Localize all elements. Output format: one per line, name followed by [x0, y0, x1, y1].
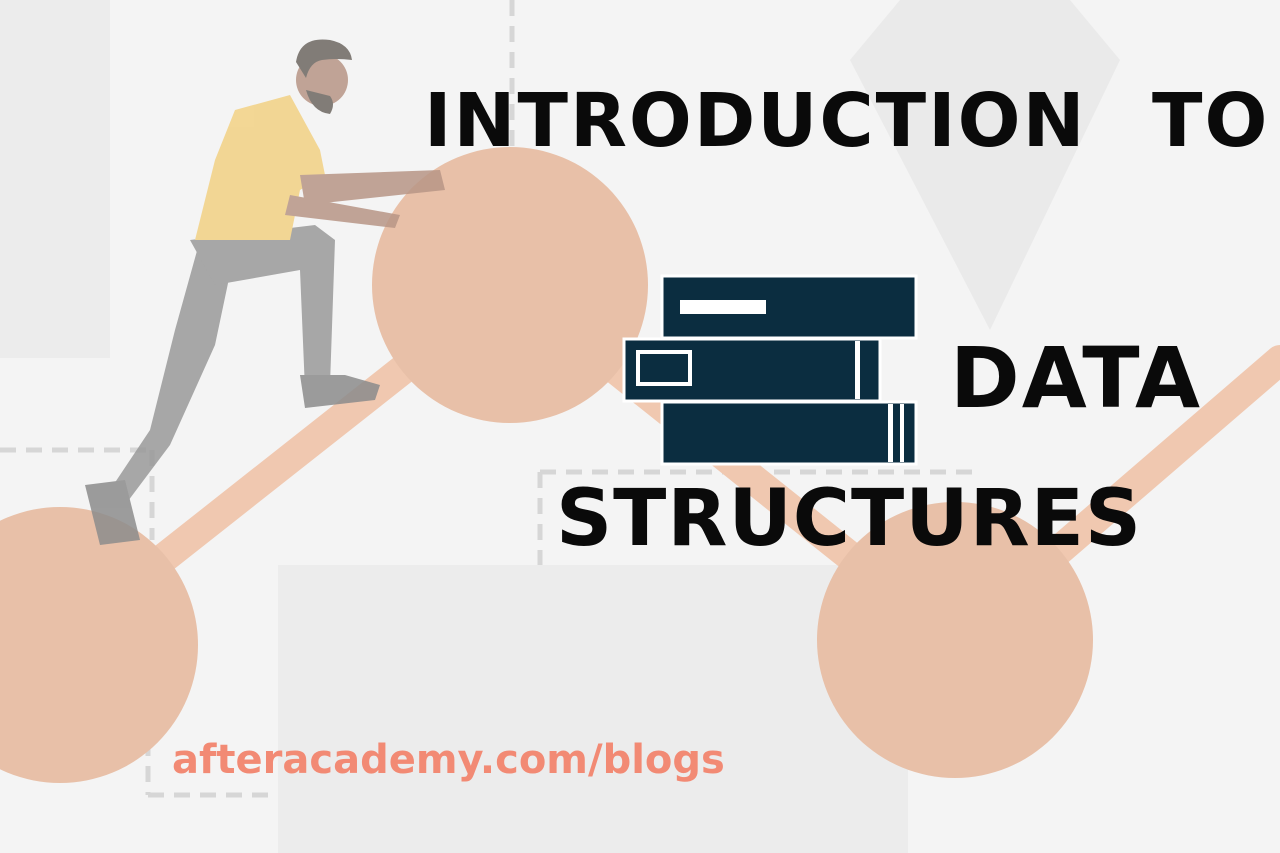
bg-block-bottom	[278, 565, 908, 853]
title-data: DATA	[950, 329, 1203, 427]
site-url: afteracademy.com/blogs	[172, 737, 725, 783]
bg-block-left	[0, 0, 110, 358]
title-structures: STRUCTURES	[556, 474, 1143, 564]
books-stack-icon	[622, 274, 918, 466]
title-introduction: INTRODUCTION	[424, 78, 1087, 164]
title-to: TO	[1152, 78, 1270, 164]
